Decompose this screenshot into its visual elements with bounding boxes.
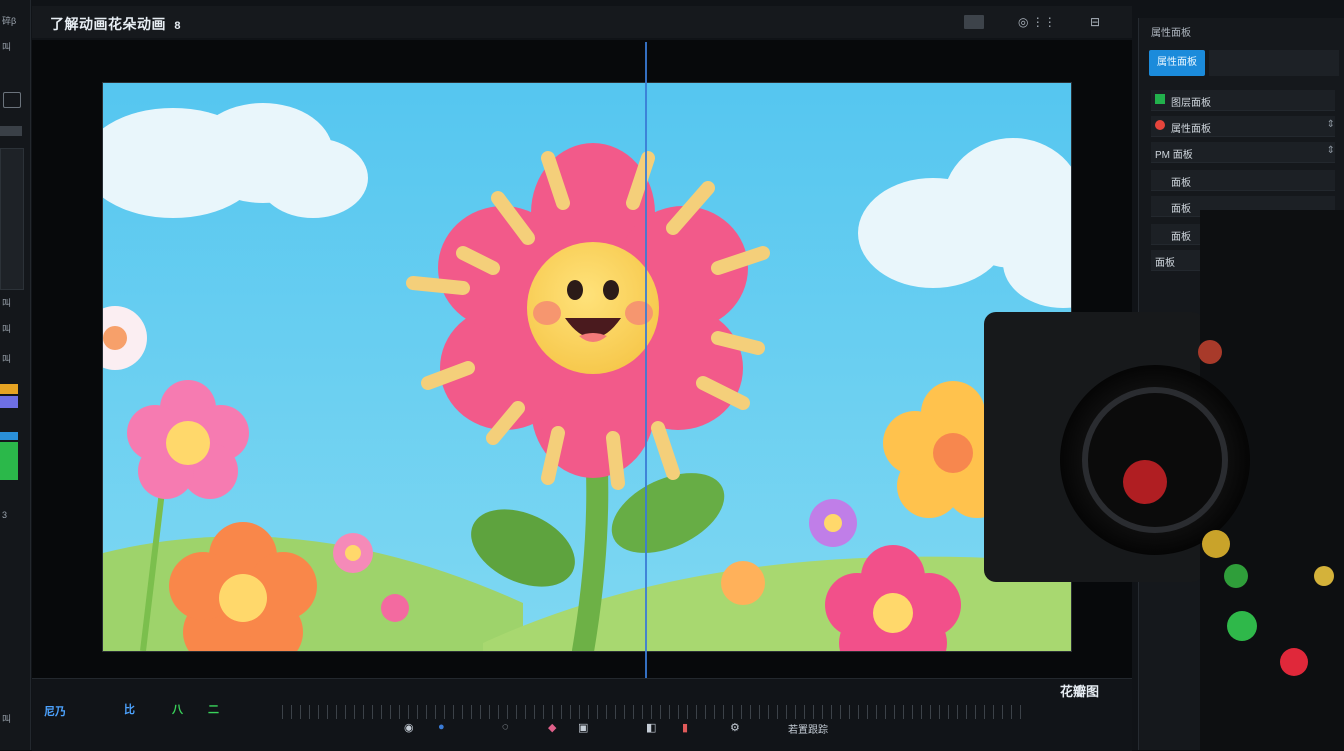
app-window: 碎β 叫 叫 叫 叫 3 叫 了解动画花朵动画 8 ◎ ⋮⋮ ⊟ 属性面板 属性… <box>0 0 1344 751</box>
property-row[interactable]: 面板 <box>1151 224 1335 245</box>
property-row-label: 面板 <box>1171 178 1191 189</box>
bookmark-icon[interactable]: ◧ <box>646 721 656 737</box>
property-row[interactable]: 面板 <box>1151 250 1335 271</box>
timeline-ruler[interactable] <box>282 705 1022 719</box>
rail-panel <box>0 148 24 290</box>
camera-icon[interactable]: ▣ <box>578 721 588 737</box>
rail-label: 叫 <box>2 354 12 364</box>
top-bar: 了解动画花朵动画 8 ◎ ⋮⋮ ⊟ <box>32 6 1132 38</box>
timeline-track-label[interactable]: 二 <box>208 701 219 717</box>
rail-label: 3 <box>2 510 8 520</box>
color-swatch[interactable] <box>0 384 18 394</box>
rail-label: 叫 <box>2 298 12 308</box>
properties-tab-button[interactable]: 属性面板 <box>1149 50 1205 76</box>
timeline-track-label[interactable]: 比 <box>124 701 135 717</box>
rail-label: 叫 <box>2 714 12 724</box>
panel-header: 属性面板 <box>1151 28 1191 39</box>
property-row-label: PM 面板 <box>1155 150 1193 161</box>
export-icon[interactable]: ⊟ <box>1090 15 1100 29</box>
layer-color-icon <box>1155 120 1165 130</box>
rail-slider[interactable] <box>0 126 22 136</box>
layer-color-icon <box>1155 94 1165 104</box>
play-icon[interactable]: ◉ <box>404 721 414 737</box>
rail-label: 碎β <box>2 16 17 26</box>
property-row[interactable]: PM 面板 ⇕ <box>1151 142 1335 163</box>
frame-icon[interactable] <box>3 92 21 108</box>
project-title-suffix: 8 <box>174 20 182 32</box>
property-row-label: 面板 <box>1171 232 1191 243</box>
settings-icon[interactable]: ⚙ <box>730 721 740 737</box>
timeline-track-label[interactable]: 尼乃 <box>44 703 66 719</box>
left-tool-rail: 碎β 叫 叫 叫 叫 3 叫 <box>0 0 31 750</box>
chevron-icon[interactable]: ⇕ <box>1327 119 1335 130</box>
property-row-label: 面板 <box>1155 258 1175 269</box>
flower-scene-illustration <box>103 83 1071 651</box>
property-row-label: 图层面板 <box>1171 98 1211 109</box>
property-row[interactable]: 图层面板 <box>1151 90 1335 111</box>
loop-icon[interactable]: ◌ <box>502 721 509 737</box>
marker-icon[interactable]: ▮ <box>682 721 688 737</box>
animation-canvas[interactable] <box>102 82 1072 652</box>
properties-panel: 属性面板 属性面板 图层面板 属性面板 ⇕ PM 面板 ⇕ 面板 面板 面板 面… <box>1138 18 1344 750</box>
timeline-clip-label: 花瓣图 <box>1060 684 1100 699</box>
project-title-text: 了解动画花朵动画 <box>50 16 166 32</box>
property-row-label: 面板 <box>1171 204 1191 215</box>
record-icon[interactable]: ● <box>438 721 445 737</box>
color-swatch[interactable] <box>0 432 18 440</box>
keyframe-icon[interactable]: ◆ <box>548 721 556 737</box>
rail-label: 叫 <box>2 324 12 334</box>
chevron-icon[interactable]: ⇕ <box>1327 145 1335 156</box>
transport-label: 若置跟踪 <box>788 725 828 736</box>
timeline-panel[interactable]: 尼乃 比 八 二 花瓣图 ◉ ● ◌ ◆ ▣ ◧ ▮ ⚙ 若置跟踪 <box>32 678 1132 751</box>
view-icon[interactable]: ◎ ⋮⋮ <box>1018 15 1056 29</box>
property-row[interactable]: 面板 <box>1151 196 1335 217</box>
project-title: 了解动画花朵动画 8 <box>50 14 181 34</box>
timeline-track-label[interactable]: 八 <box>172 701 183 717</box>
property-row[interactable]: 属性面板 ⇕ <box>1151 116 1335 137</box>
color-swatch[interactable] <box>0 442 18 480</box>
timeline-playhead[interactable] <box>645 42 647 690</box>
properties-field[interactable] <box>1209 50 1339 76</box>
layout-icon[interactable] <box>964 15 984 29</box>
color-swatch[interactable] <box>0 396 18 408</box>
property-row[interactable]: 面板 <box>1151 170 1335 191</box>
rail-label: 叫 <box>2 42 12 52</box>
property-row-label: 属性面板 <box>1171 124 1211 135</box>
